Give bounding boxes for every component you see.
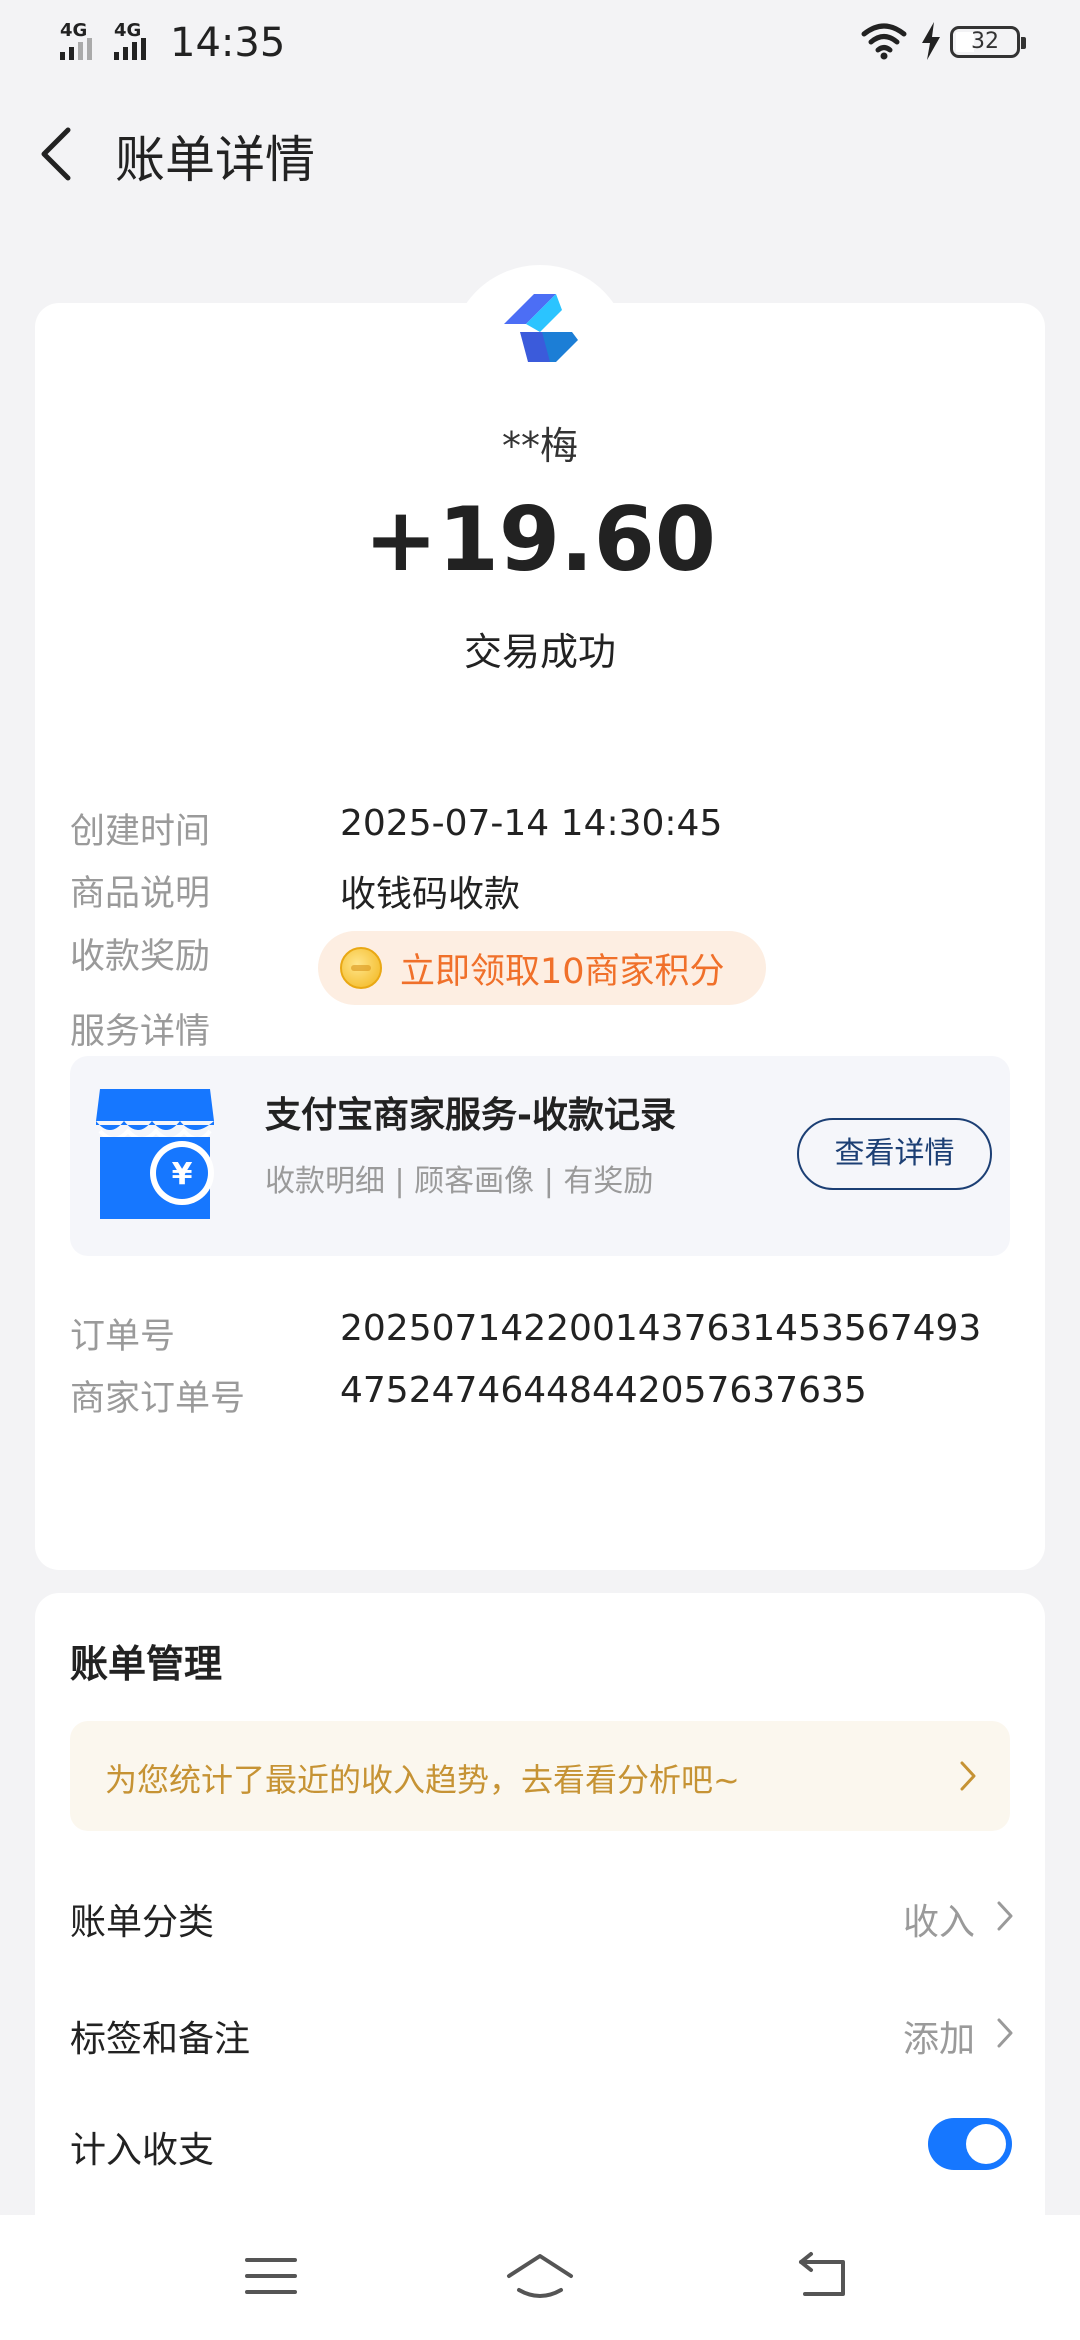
service-label: 服务详情 (70, 1012, 211, 1052)
battery-level: 32 (971, 29, 999, 54)
battery-icon: 32 (950, 26, 1026, 58)
merchant-order-value: 47524746448442057637635 (340, 1370, 867, 1411)
page-title: 账单详情 (115, 131, 315, 189)
transaction-amount: +19.60 (363, 488, 717, 591)
payer-name: **梅 (501, 424, 578, 468)
svg-text:¥: ¥ (172, 1157, 193, 1192)
reward-claim-button[interactable]: 立即领取10商家积分 (318, 931, 766, 1005)
merchant-order-label: 商家订单号 (70, 1379, 246, 1419)
service-title: 支付宝商家服务-收款记录 (265, 1095, 676, 1136)
system-nav-bar (0, 2215, 1080, 2340)
created-time-label: 创建时间 (70, 812, 211, 852)
product-value: 收钱码收款 (340, 874, 521, 915)
tags-notes-label[interactable]: 标签和备注 (70, 2010, 250, 2062)
transaction-status: 交易成功 (463, 630, 616, 674)
status-bar: 4G 4G 14:35 32 (0, 0, 1080, 84)
view-details-button[interactable]: 查看详情 (797, 1118, 992, 1190)
back-icon[interactable] (795, 2250, 851, 2302)
toggle-knob (966, 2124, 1006, 2164)
chevron-left-icon[interactable] (34, 124, 84, 184)
order-number-label: 订单号 (70, 1317, 176, 1357)
service-subtitle: 收款明细 | 顾客画像 | 有奖励 (265, 1164, 654, 1199)
home-icon[interactable] (505, 2250, 575, 2302)
section-title: 账单管理 (70, 1642, 223, 1686)
coin-icon (340, 947, 382, 989)
product-label: 商品说明 (70, 874, 211, 914)
chevron-right-icon[interactable] (995, 1899, 1015, 1933)
wifi-icon (861, 23, 907, 60)
menu-icon[interactable] (245, 2250, 297, 2302)
tags-notes-value[interactable]: 添加 (903, 2010, 975, 2062)
chevron-right-icon[interactable] (995, 2016, 1015, 2050)
include-income-expense-label: 计入收支 (70, 2130, 215, 2171)
bill-category-label[interactable]: 账单分类 (70, 1893, 214, 1945)
app-logo (450, 265, 630, 385)
order-number-value: 2025071422001437631453567493 (340, 1308, 982, 1349)
reward-claim-text: 立即领取10商家积分 (400, 952, 725, 992)
include-income-expense-toggle[interactable] (928, 2118, 1012, 2170)
app-logo-icon (504, 294, 578, 362)
created-time-value: 2025-07-14 14:30:45 (340, 803, 723, 844)
reward-label: 收款奖励 (70, 937, 211, 977)
transaction-card: **梅 +19.60 交易成功 创建时间 2025-07-14 14:30:45… (35, 303, 1045, 1570)
tip-text: 为您统计了最近的收入趋势，去看看分析吧~ (105, 1761, 740, 1799)
income-trend-tip[interactable]: 为您统计了最近的收入趋势，去看看分析吧~ (70, 1721, 1010, 1831)
bill-category-value[interactable]: 收入 (903, 1893, 975, 1945)
header: 账单详情 (0, 100, 1080, 210)
charging-icon (922, 22, 940, 60)
chevron-right-icon (960, 1761, 976, 1791)
clock: 14:35 (170, 20, 286, 66)
merchant-service-card[interactable]: ¥ 支付宝商家服务-收款记录 收款明细 | 顾客画像 | 有奖励 查看详情 (70, 1056, 1010, 1256)
store-icon: ¥ (96, 1089, 214, 1219)
